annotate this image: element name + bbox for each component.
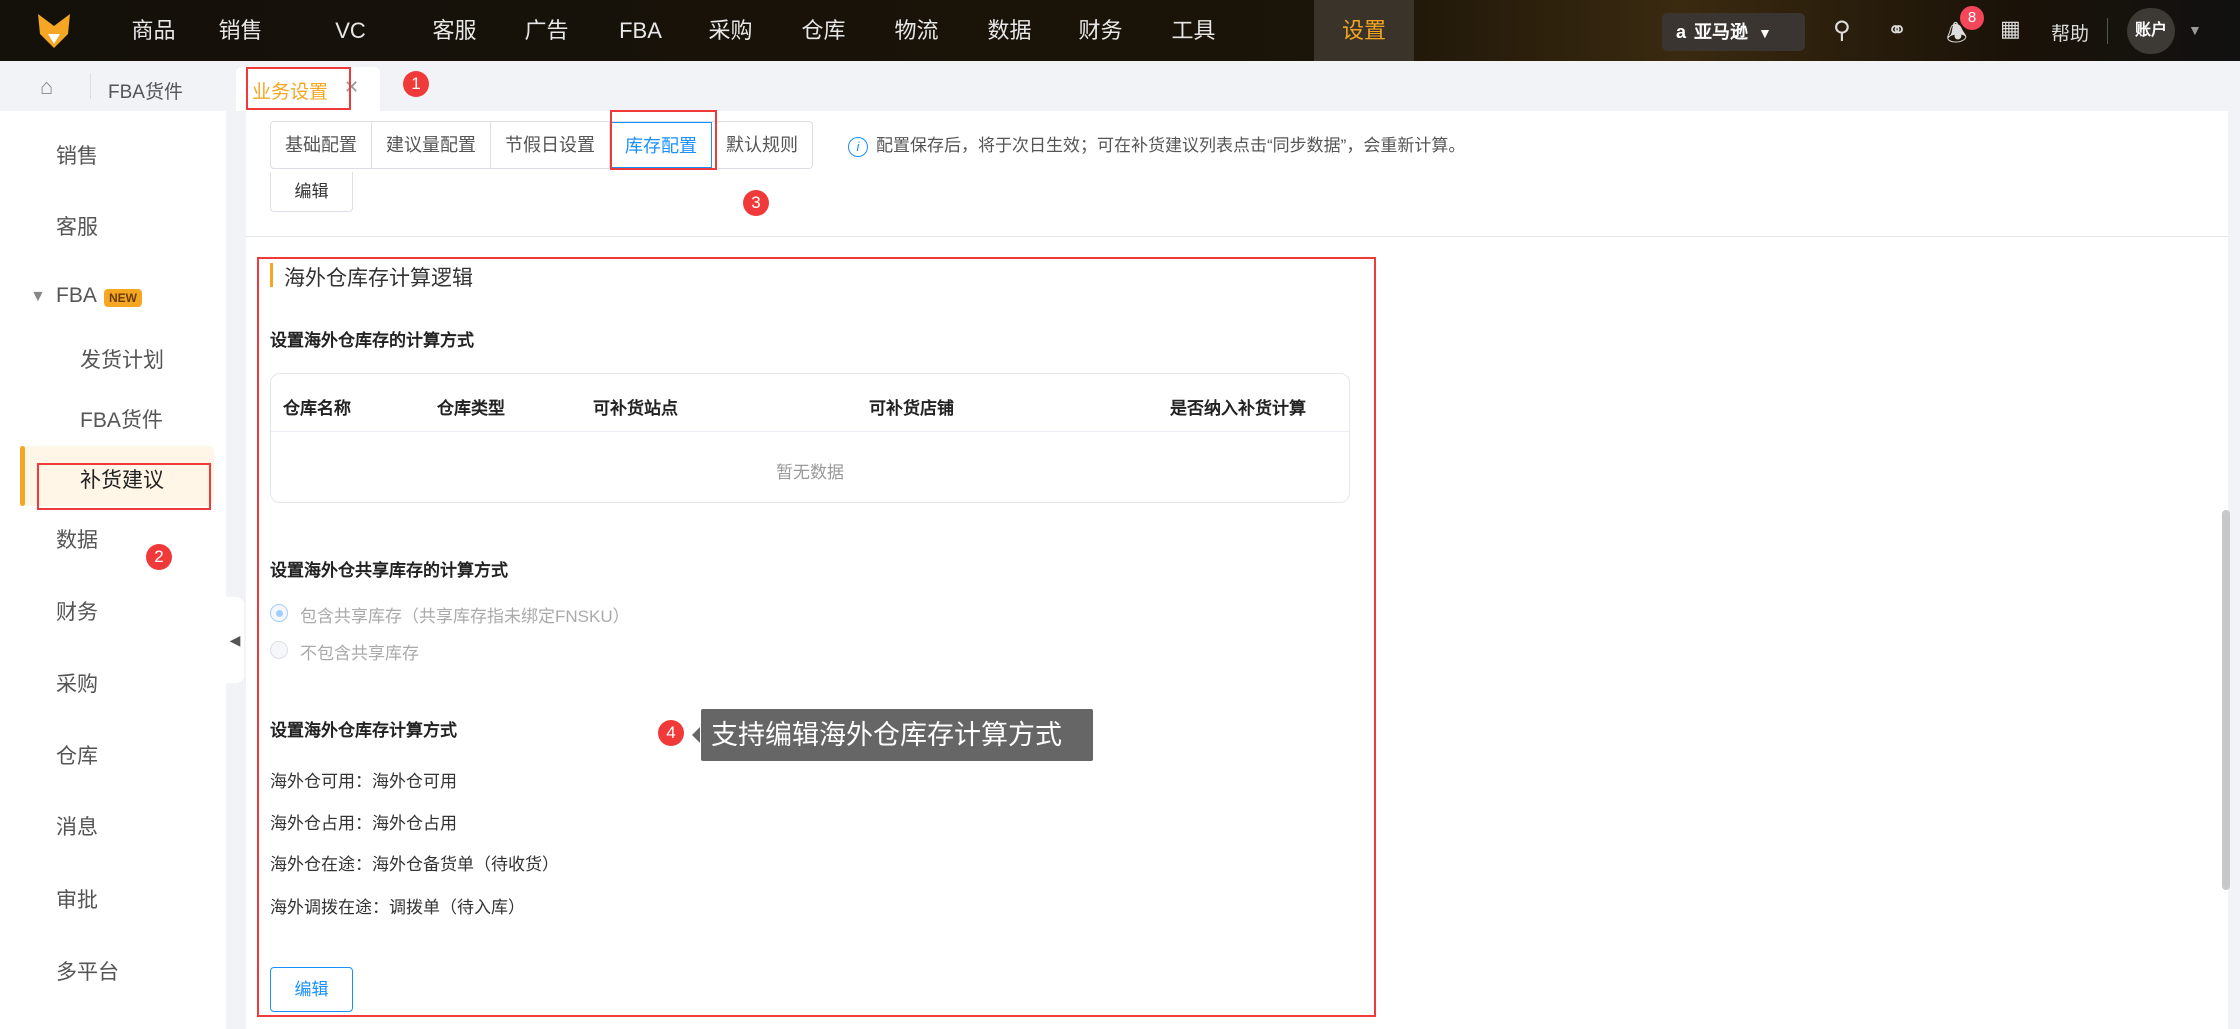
help-link[interactable]: 帮助: [2051, 19, 2089, 46]
sidebar-selected-indicator: [20, 446, 25, 506]
annotation-box: [257, 257, 1376, 1017]
divider: [90, 73, 91, 99]
tab-suggestion-config[interactable]: 建议量配置: [372, 122, 491, 168]
logo-icon[interactable]: [34, 12, 74, 50]
config-tabs: 基础配置 建议量配置 节假日设置 库存配置 默认规则: [270, 121, 813, 169]
nav-item-data[interactable]: 数据: [966, 0, 1053, 61]
sidebar-item-purchase[interactable]: 采购: [56, 668, 98, 698]
annotation-tooltip: 支持编辑海外仓库存计算方式: [692, 709, 1093, 761]
edit-button-top[interactable]: 编辑: [270, 172, 353, 212]
headset-icon[interactable]: ⚭: [1887, 16, 1907, 45]
nav-item-products[interactable]: 商品: [110, 0, 197, 61]
sidebar-item-service[interactable]: 客服: [56, 211, 98, 241]
nav-item-tools[interactable]: 工具: [1150, 0, 1237, 61]
sidebar-item-sales[interactable]: 销售: [56, 140, 98, 170]
sidebar: [0, 111, 226, 1029]
tab-basic-config[interactable]: 基础配置: [271, 122, 372, 168]
sidebar-item-finance[interactable]: 财务: [56, 596, 98, 626]
annotation-badge: 2: [146, 544, 172, 570]
nav-item-finance[interactable]: 财务: [1057, 0, 1144, 61]
annotation-box: [37, 463, 211, 510]
sidebar-item-multiplatform[interactable]: 多平台: [56, 956, 119, 986]
sidebar-item-shipping-plan[interactable]: 发货计划: [80, 344, 164, 374]
collapse-sidebar-handle[interactable]: ◀: [226, 597, 244, 683]
caret-down-icon[interactable]: ▼: [30, 288, 46, 306]
search-icon[interactable]: ⚲: [1833, 16, 1851, 45]
info-text: 配置保存后，将于次日生效；可在补货建议列表点击“同步数据”，会重新计算。: [876, 136, 1466, 155]
nav-item-purchase[interactable]: 采购: [687, 0, 774, 61]
nav-item-settings[interactable]: 设置: [1314, 0, 1414, 61]
info-notice: i 配置保存后，将于次日生效；可在补货建议列表点击“同步数据”，会重新计算。: [848, 131, 1465, 157]
nav-item-vc[interactable]: VC: [307, 0, 394, 61]
sidebar-item-messages[interactable]: 消息: [56, 811, 98, 841]
annotation-box: [246, 67, 351, 110]
nav-item-service[interactable]: 客服: [411, 0, 498, 61]
amazon-icon: a: [1676, 22, 1687, 42]
top-navbar: 商品 销售 VC 客服 广告 FBA 采购 仓库 物流 数据 财务 工具 设置 …: [0, 0, 2240, 61]
store-selector[interactable]: a 亚马逊 ▼: [1662, 13, 1805, 51]
home-icon[interactable]: ⌂: [40, 74, 53, 100]
new-tag: NEW: [104, 289, 142, 307]
annotation-box: [610, 110, 717, 170]
sidebar-item-data[interactable]: 数据: [56, 524, 98, 554]
caret-down-icon: ▼: [1758, 25, 1772, 41]
account-caret-icon[interactable]: ▼: [2188, 22, 2202, 38]
nav-item-warehouse[interactable]: 仓库: [780, 0, 867, 61]
tab-holiday-settings[interactable]: 节假日设置: [491, 122, 610, 168]
nav-item-sales[interactable]: 销售: [197, 0, 284, 61]
scrollbar[interactable]: [2222, 510, 2230, 890]
sidebar-item-fba[interactable]: FBA: [56, 284, 97, 308]
nav-item-fba[interactable]: FBA: [597, 0, 684, 61]
notification-badge: 8: [1960, 6, 1984, 30]
info-icon: i: [848, 137, 868, 157]
sidebar-item-fba-shipments[interactable]: FBA货件: [80, 404, 163, 434]
sidebar-item-warehouse[interactable]: 仓库: [56, 740, 98, 770]
nav-item-ads[interactable]: 广告: [503, 0, 590, 61]
account-avatar[interactable]: 账户: [2127, 8, 2175, 54]
divider: [2107, 18, 2108, 44]
tab-default-rules[interactable]: 默认规则: [712, 122, 812, 168]
annotation-badge: 3: [743, 190, 769, 216]
annotation-badge: 1: [403, 71, 429, 97]
annotation-badge: 4: [658, 720, 684, 746]
nav-item-logistics[interactable]: 物流: [873, 0, 960, 61]
breadcrumb-fba-shipments[interactable]: FBA货件: [108, 77, 183, 104]
sidebar-item-approval[interactable]: 审批: [56, 884, 98, 914]
store-name: 亚马逊: [1694, 22, 1749, 42]
apps-grid-icon[interactable]: ▦: [2000, 16, 2021, 42]
divider: [246, 236, 2228, 237]
